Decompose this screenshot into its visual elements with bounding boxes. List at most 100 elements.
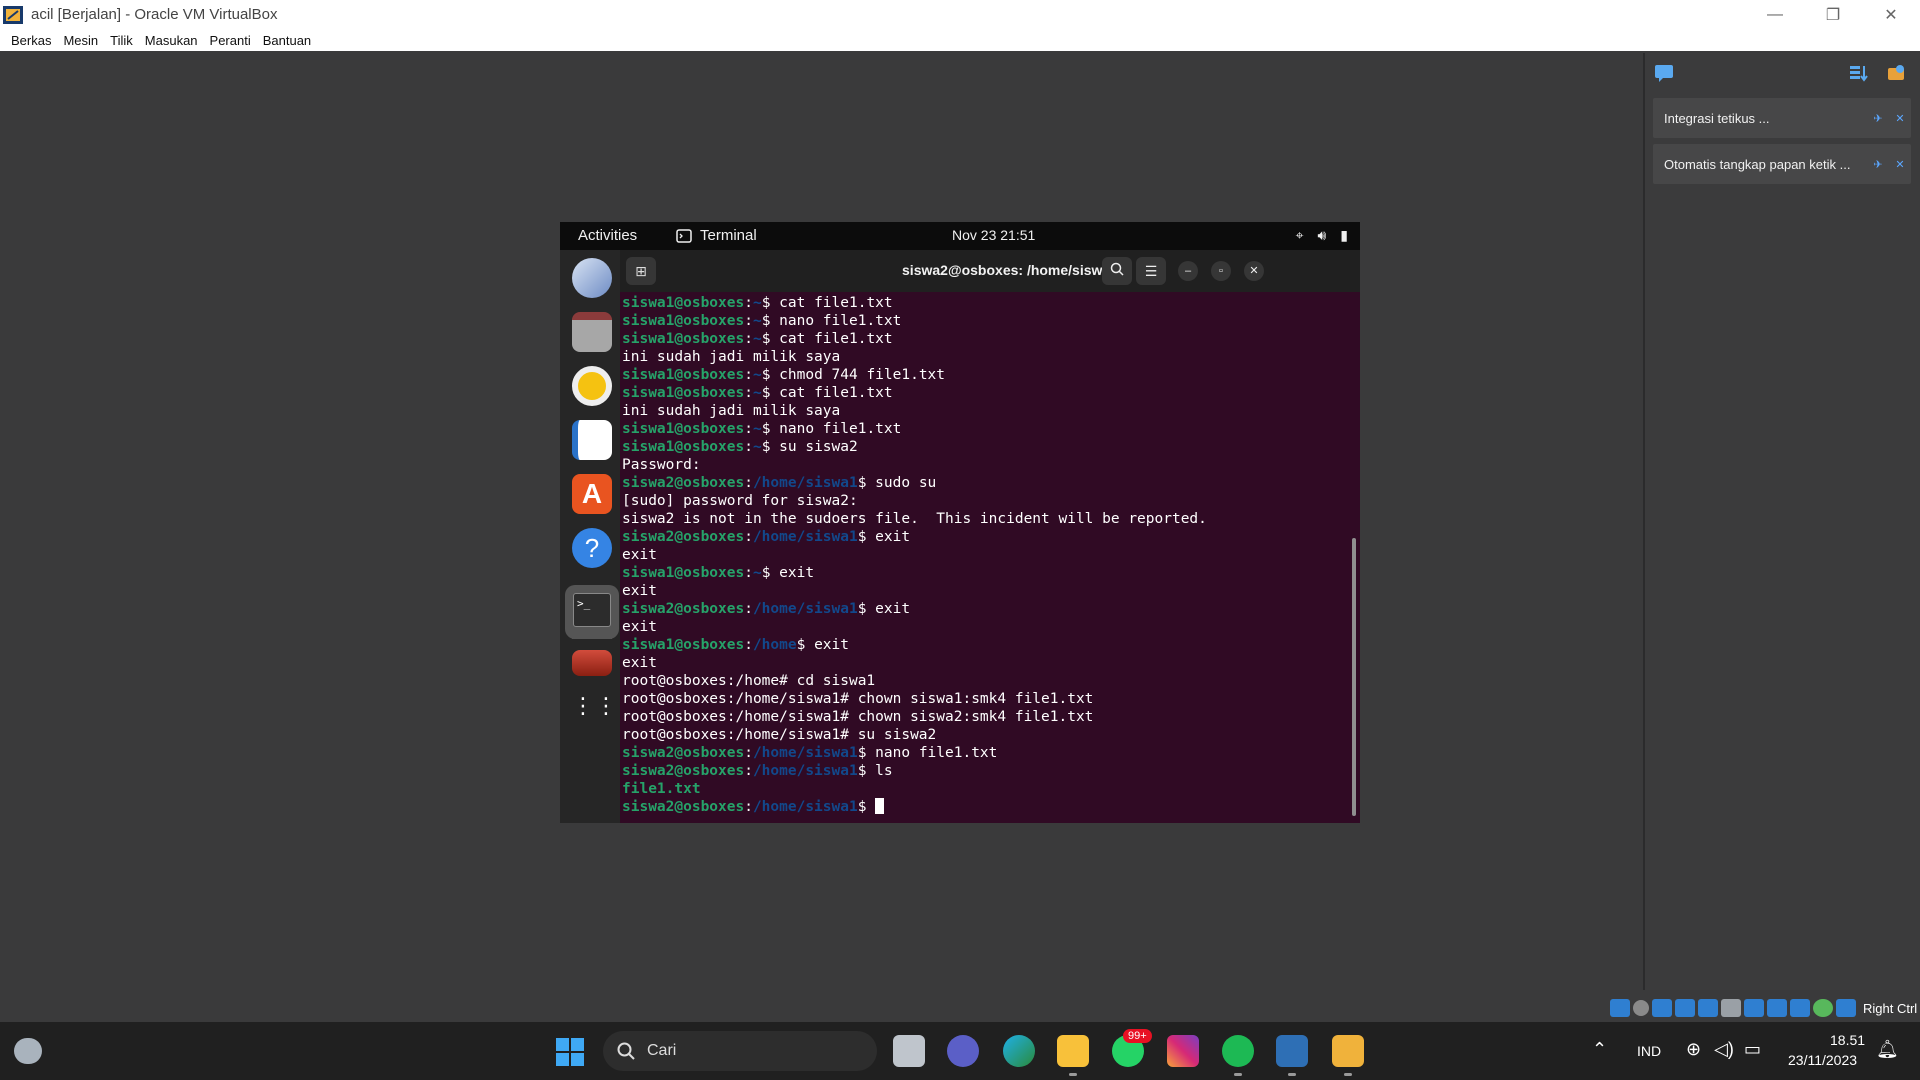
windows-start-icon[interactable]	[555, 1037, 585, 1067]
pin-icon[interactable]: ✈	[1867, 112, 1889, 125]
spotify-icon[interactable]	[1222, 1035, 1254, 1067]
terminal-line: [sudo] password for siswa2:	[622, 492, 1342, 510]
menu-masukan[interactable]: Masukan	[139, 33, 204, 48]
keyboard-capture-icon[interactable]	[1836, 999, 1856, 1017]
terminal-output[interactable]: siswa1@osboxes:~$ cat file1.txt siswa1@os…	[622, 294, 1342, 823]
terminal-text: siswa1@osboxes	[622, 295, 745, 311]
terminal-text: root@osboxes:/home/siswa1# su siswa2	[622, 727, 937, 743]
close-icon[interactable]: ✕	[1862, 0, 1920, 29]
clock-time[interactable]: 18.51	[1830, 1032, 1865, 1048]
edge-icon[interactable]	[1003, 1035, 1035, 1067]
menu-berkas[interactable]: Berkas	[5, 33, 57, 48]
hdd-icon[interactable]	[1610, 999, 1630, 1017]
battery-icon[interactable]: ▭	[1744, 1039, 1761, 1060]
terminal-line: file1.txt	[622, 780, 1342, 798]
explorer-icon[interactable]	[1057, 1035, 1089, 1067]
terminal-text: Password:	[622, 457, 701, 473]
explorer-running-indicator	[1069, 1073, 1077, 1076]
activities-button[interactable]: Activities	[578, 227, 637, 244]
chevron-up-icon[interactable]: ⌃	[1592, 1039, 1607, 1060]
terminal-text: :	[744, 763, 753, 779]
taskbar-search[interactable]: Cari	[603, 1031, 877, 1071]
pin-icon[interactable]: ✈	[1867, 158, 1889, 171]
terminal-text: /home	[752, 637, 797, 653]
trash-icon[interactable]	[572, 650, 612, 676]
menu-mesin[interactable]: Mesin	[57, 33, 104, 48]
usb-icon[interactable]	[1698, 999, 1718, 1017]
rhythmbox-icon[interactable]	[572, 366, 612, 406]
app-menu[interactable]: Terminal	[676, 227, 757, 244]
virtualbox-vm-running-indicator	[1344, 1073, 1352, 1076]
guest-icon[interactable]	[1813, 999, 1833, 1017]
clock-date[interactable]: 23/11/2023	[1788, 1052, 1857, 1068]
volume-icon[interactable]: ◁)	[1714, 1039, 1734, 1060]
menu-button[interactable]: ☰	[1136, 257, 1166, 285]
terminal-text: :	[744, 565, 753, 581]
terminal-scrollbar[interactable]	[1352, 538, 1356, 816]
files-icon[interactable]	[572, 312, 612, 352]
globe-icon[interactable]: ⊕	[1686, 1039, 1701, 1060]
menu-peranti[interactable]: Peranti	[204, 33, 257, 48]
vt-icon[interactable]	[1790, 999, 1810, 1017]
instagram-icon[interactable]	[1167, 1035, 1199, 1067]
network-icon[interactable]	[1675, 999, 1695, 1017]
terminal-window[interactable]: ⊞ siswa2@osboxes: /home/siswa1 ☰ – ▫ ✕ s…	[620, 250, 1360, 823]
terminal-text: /home/siswa1	[752, 745, 858, 761]
terminal-line: exit	[622, 654, 1342, 672]
software-icon[interactable]: A	[572, 474, 612, 514]
virtualbox-manager-icon[interactable]	[1276, 1035, 1308, 1067]
terminal-text: :	[744, 439, 753, 455]
gnome-clock[interactable]: Nov 23 21:51	[952, 227, 1035, 243]
recording-icon[interactable]	[1767, 999, 1787, 1017]
terminal-line: siswa1@osboxes:/home$ exit	[622, 636, 1342, 654]
terminal-text: $ exit	[761, 565, 815, 581]
terminal-text: siswa2@osboxes	[622, 475, 745, 491]
terminal-text: [sudo] password for siswa2:	[622, 493, 858, 509]
virtualbox-vm-icon[interactable]	[1332, 1035, 1364, 1067]
terminal-line: root@osboxes:/home# cd siswa1	[622, 672, 1342, 690]
bell-icon[interactable]: 🔔︎	[1876, 1039, 1899, 1060]
settings-icon[interactable]	[1885, 62, 1907, 84]
notification-icon[interactable]	[1653, 62, 1675, 84]
terminal-text: exit	[622, 547, 657, 563]
menu-tilik[interactable]: Tilik	[104, 33, 139, 48]
thunderbird-icon[interactable]	[572, 258, 612, 298]
maximize-button[interactable]: ▫	[1211, 261, 1231, 281]
app-grid-icon[interactable]: ⋮⋮⋮	[572, 686, 640, 726]
language-indicator[interactable]: IND	[1637, 1043, 1661, 1059]
sort-icon[interactable]	[1848, 62, 1870, 84]
terminal-text: ~	[752, 439, 762, 455]
help-icon[interactable]: ?	[572, 528, 612, 568]
menu-bantuan[interactable]: Bantuan	[257, 33, 317, 48]
display-icon[interactable]	[1744, 999, 1764, 1017]
dock-active-terminal[interactable]: >_	[565, 585, 619, 639]
search-button[interactable]	[1102, 257, 1132, 285]
writer-icon[interactable]	[572, 420, 612, 460]
task-view-icon[interactable]	[893, 1035, 925, 1067]
audio-icon[interactable]	[1652, 999, 1672, 1017]
vm-status-bar: Right Ctrl	[1610, 996, 1920, 1020]
close-icon[interactable]: ✕	[1889, 158, 1911, 171]
close-button[interactable]: ✕	[1244, 261, 1264, 281]
notification-mouse-integration[interactable]: Integrasi tetikus ... ✈ ✕	[1653, 98, 1911, 138]
terminal-text: ~	[752, 313, 762, 329]
minimize-button[interactable]: –	[1178, 261, 1198, 281]
close-icon[interactable]: ✕	[1889, 112, 1911, 125]
terminal-text: siswa1@osboxes	[622, 565, 745, 581]
teams-icon[interactable]	[947, 1035, 979, 1067]
notification-keyboard-capture[interactable]: Otomatis tangkap papan ketik ... ✈ ✕	[1653, 144, 1911, 184]
weather-icon[interactable]	[14, 1038, 42, 1064]
shared-folder-icon[interactable]	[1721, 999, 1741, 1017]
terminal-line: siswa2@osboxes:/home/siswa1$ ls	[622, 762, 1342, 780]
terminal-line: exit	[622, 582, 1342, 600]
minimize-icon[interactable]: —	[1746, 0, 1804, 29]
vm-display[interactable]: Activities Terminal Nov 23 21:51 ⌖ 🔊︎ ▮ …	[560, 222, 1360, 823]
terminal-text: siswa1@osboxes	[622, 367, 745, 383]
terminal-text: siswa1@osboxes	[622, 331, 745, 347]
optical-icon[interactable]	[1633, 1000, 1649, 1016]
maximize-icon[interactable]: ❐	[1804, 0, 1862, 29]
gnome-tray[interactable]: ⌖ 🔊︎ ▮	[1296, 227, 1348, 244]
terminal-line: siswa1@osboxes:~$ exit	[622, 564, 1342, 582]
terminal-line: root@osboxes:/home/siswa1# su siswa2	[622, 726, 1342, 744]
terminal-text: $ exit	[857, 529, 911, 545]
